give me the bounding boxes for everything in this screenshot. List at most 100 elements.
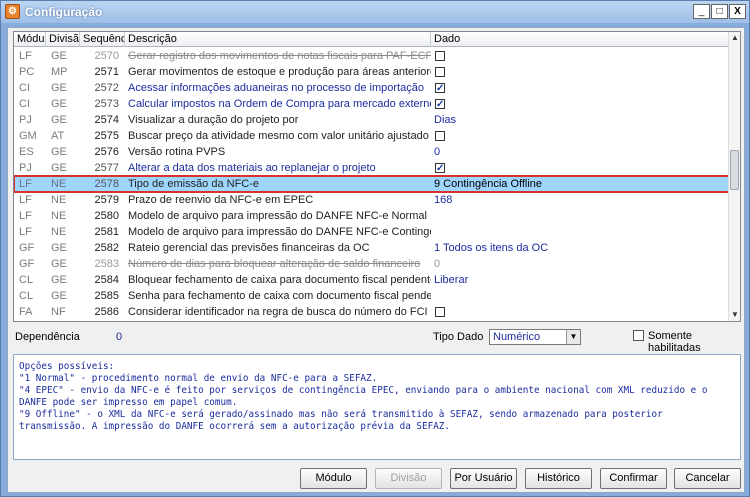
cell-dado[interactable] [431, 128, 729, 144]
table-row[interactable]: CL GE 2584 Bloquear fechamento de caixa par… [14, 272, 729, 288]
cell-dado[interactable] [431, 304, 729, 320]
cell-descricao: Modelo de arquivo para impressão do DANF… [128, 210, 427, 222]
cell-dado[interactable]: 168 [431, 192, 729, 208]
cell-sequencia: 2572 [94, 82, 119, 94]
cell-descricao: Alterar a data dos materiais ao replanej… [128, 162, 376, 174]
cell-modulo: CI [19, 82, 30, 94]
table-row[interactable]: LF NE 2579 Prazo de reenvio da NFC-e em EPE… [14, 192, 729, 208]
cell-dado[interactable]: Liberar [431, 272, 729, 288]
cell-modulo: LF [19, 50, 32, 62]
divisao-button[interactable]: Divisão [375, 468, 442, 489]
table-row[interactable]: FA NF 2586 Considerar identificador na regr… [14, 304, 729, 320]
configuracao-window: ⚙ Configuração _ □ X Módulo Divisão Sequ… [0, 0, 750, 497]
table-row[interactable]: CI GE 2572 Acessar informações aduaneiras n… [14, 80, 729, 96]
dado-checkbox[interactable] [435, 161, 445, 176]
cell-descricao: Rateio gerencial das previsões financeir… [128, 242, 370, 254]
scroll-thumb[interactable] [730, 150, 739, 190]
cell-dado[interactable] [431, 160, 729, 176]
cell-dado[interactable] [431, 288, 729, 304]
dependencia-label: Dependência [15, 331, 80, 343]
cell-divisao: GE [51, 146, 67, 158]
cell-divisao: GE [51, 258, 67, 270]
cell-modulo: GM [19, 130, 37, 142]
table-row[interactable]: LF NE 2581 Modelo de arquivo para impressão… [14, 224, 729, 240]
cell-sequencia: 2584 [94, 274, 119, 286]
cell-modulo: GF [19, 242, 35, 254]
scroll-up-icon[interactable]: ▲ [729, 32, 740, 44]
table-row[interactable]: GF GE 2583 Número de dias para bloquear alt… [14, 256, 729, 272]
historico-button[interactable]: Histórico [525, 468, 592, 489]
modulo-button[interactable]: Módulo [300, 468, 367, 489]
chevron-down-icon[interactable]: ▼ [566, 330, 580, 344]
cancelar-button[interactable]: Cancelar [674, 468, 741, 489]
dado-checkbox[interactable] [435, 51, 445, 61]
cell-descricao: Buscar preço da atividade mesmo com valo… [128, 130, 429, 142]
cell-dado[interactable] [431, 48, 729, 64]
dado-value: Liberar [434, 274, 469, 286]
title-bar[interactable]: ⚙ Configuração _ □ X [1, 1, 749, 23]
somente-habilitadas-label[interactable]: Somente habilitadas [648, 330, 744, 354]
cell-dado[interactable]: Dias [431, 112, 729, 128]
info-line: "4 EPEC" - envio da NFC-e é feito por se… [19, 385, 708, 396]
table-row[interactable]: ES GE 2576 Versão rotina PVPS 0 [14, 144, 729, 160]
app-icon: ⚙ [5, 4, 20, 19]
cell-modulo: CL [19, 290, 34, 302]
table-row[interactable]: LF GE 2570 Gerar registro dos movimentos de… [14, 48, 729, 64]
table-row[interactable]: PJ GE 2577 Alterar a data dos materiais ao … [14, 160, 729, 176]
dado-checkbox[interactable] [435, 97, 445, 112]
dado-checkbox[interactable] [435, 307, 445, 317]
cell-dado[interactable]: 0 [431, 256, 729, 272]
cell-sequencia: 2571 [94, 66, 119, 78]
header-dado[interactable]: Dado [431, 32, 729, 47]
cell-dado[interactable] [431, 96, 729, 112]
table-row[interactable]: LF NE 2578 Tipo de emissão da NFC-e 9 Contin… [14, 175, 730, 193]
cell-modulo: ES [19, 146, 34, 158]
cell-modulo: LF [19, 226, 32, 238]
header-sequencia[interactable]: Sequência [80, 32, 125, 47]
config-grid[interactable]: Módulo Divisão Sequência Descrição Dado … [13, 31, 741, 322]
header-divisao[interactable]: Divisão [46, 32, 80, 47]
table-row[interactable]: LF NE 2580 Modelo de arquivo para impressão… [14, 208, 729, 224]
table-row[interactable]: PC MP 2571 Gerar movimentos de estoque e pr… [14, 64, 729, 80]
header-modulo[interactable]: Módulo [14, 32, 46, 47]
cell-dado[interactable]: 1 Todos os itens da OC [431, 240, 729, 256]
close-button[interactable]: X [729, 4, 746, 19]
dado-checkbox[interactable] [435, 67, 445, 77]
table-row[interactable]: PJ GE 2574 Visualizar a duração do projeto … [14, 112, 729, 128]
table-row[interactable]: GM AT 2575 Buscar preço da atividade mesmo … [14, 128, 729, 144]
cell-sequencia: 2573 [94, 98, 119, 110]
cell-descricao: Gerar registro dos movimentos de notas f… [128, 50, 431, 62]
cell-divisao: NE [51, 178, 67, 190]
cell-dado[interactable] [431, 224, 729, 240]
info-line: transmissão. A impressão do DANFE ocorre… [19, 421, 450, 432]
cell-dado[interactable] [431, 64, 729, 80]
cell-modulo: CI [19, 98, 30, 110]
por-usuario-button[interactable]: Por Usuário [450, 468, 517, 489]
dado-value: Dias [434, 114, 457, 126]
dado-value: 0 [434, 146, 441, 158]
minimize-button[interactable]: _ [693, 4, 710, 19]
header-descricao[interactable]: Descrição [125, 32, 431, 47]
dado-checkbox[interactable] [435, 81, 445, 96]
maximize-button[interactable]: □ [711, 4, 728, 19]
table-row[interactable]: CL GE 2585 Senha para fechamento de caixa c… [14, 288, 729, 304]
dado-checkbox[interactable] [435, 131, 445, 141]
cell-dado[interactable] [431, 208, 729, 224]
somente-habilitadas-checkbox[interactable] [633, 330, 644, 341]
table-row[interactable]: GF GE 2582 Rateio gerencial das previsões f… [14, 240, 729, 256]
cell-divisao: NE [51, 210, 67, 222]
table-row[interactable]: CI GE 2573 Calcular impostos na Ordem de Co… [14, 96, 729, 112]
cell-modulo: FA [19, 306, 33, 318]
tipo-dado-select[interactable]: Numérico ▼ [489, 329, 581, 345]
client-area: Módulo Divisão Sequência Descrição Dado … [7, 27, 745, 493]
scroll-down-icon[interactable]: ▼ [729, 309, 740, 321]
grid-vertical-scrollbar[interactable]: ▲ ▼ [728, 32, 740, 321]
cell-dado[interactable] [431, 80, 729, 96]
cell-divisao: GE [51, 290, 67, 302]
tipo-dado-label: Tipo Dado [433, 331, 484, 343]
cell-sequencia: 2570 [94, 50, 119, 62]
cell-descricao: Gerar movimentos de estoque e produção p… [128, 66, 431, 78]
cell-dado[interactable]: 0 [431, 144, 729, 160]
cell-dado[interactable]: 9 Contingência Offline [431, 176, 729, 192]
confirmar-button[interactable]: Confirmar [600, 468, 667, 489]
